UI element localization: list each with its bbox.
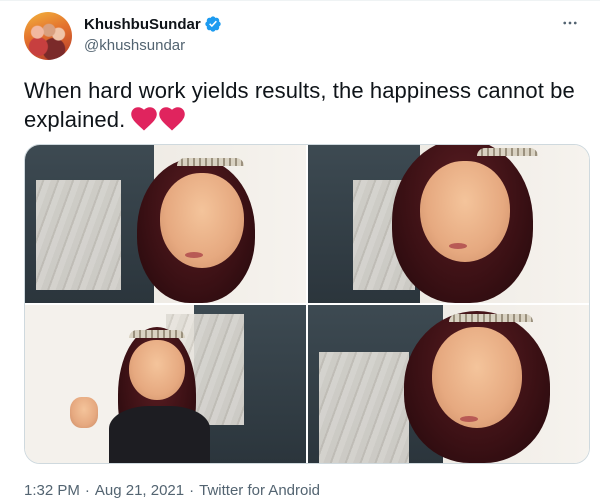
avatar[interactable] (24, 12, 72, 60)
photo-tiara (448, 314, 533, 323)
photo-lips (459, 415, 478, 422)
separator: · (84, 482, 90, 499)
photo-lips (448, 242, 467, 249)
top-divider (0, 0, 600, 1)
heart-icon (131, 107, 158, 131)
photo-face (128, 339, 186, 400)
media-grid (24, 144, 590, 464)
photo-face (431, 327, 522, 429)
tweet-photo[interactable] (308, 145, 589, 303)
tweet-date[interactable]: Aug 21, 2021 (95, 482, 184, 499)
photo-artwork (319, 352, 410, 463)
verified-badge-icon (204, 15, 222, 33)
tweet-photo[interactable] (25, 305, 306, 463)
tweet-text-body: When hard work yields results, the happi… (24, 78, 575, 132)
more-options-icon[interactable] (558, 11, 582, 35)
display-name[interactable]: KhushbuSundar (84, 16, 201, 33)
tweet-source[interactable]: Twitter for Android (199, 482, 320, 499)
photo-tiara (128, 330, 186, 339)
author-name-row[interactable]: KhushbuSundar (84, 15, 222, 33)
separator: · (189, 482, 195, 499)
tweet-metadata: 1:32 PM · Aug 21, 2021 · Twitter for And… (24, 482, 320, 499)
photo-tiara (476, 148, 539, 157)
photo-body (109, 406, 211, 463)
tweet-time[interactable]: 1:32 PM (24, 482, 80, 499)
photo-artwork (36, 179, 121, 291)
tweet-photo[interactable] (308, 305, 589, 463)
handle[interactable]: @khushsundar (84, 37, 185, 54)
photo-hand (69, 396, 99, 429)
tweet-text: When hard work yields results, the happi… (24, 76, 594, 134)
tweet-photo[interactable] (25, 145, 306, 303)
photo-tiara (176, 157, 245, 166)
hearts-emoji (131, 107, 186, 131)
heart-icon (159, 107, 186, 131)
